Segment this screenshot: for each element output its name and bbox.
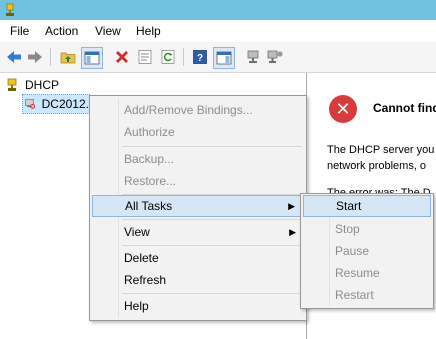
error-icon: ✕	[329, 95, 357, 123]
refresh-icon[interactable]	[158, 47, 178, 67]
tree-item-server-label: DC2012.	[41, 97, 89, 111]
menu-separator	[122, 245, 302, 246]
menu-help[interactable]: Help	[136, 24, 161, 38]
menu-item-all-tasks[interactable]: All Tasks ▶	[92, 195, 304, 217]
menu-item-restore[interactable]: Restore...	[92, 170, 304, 192]
tree-item-dhcp-label: DHCP	[25, 78, 60, 92]
error-title: Cannot find	[373, 101, 436, 115]
all-tasks-submenu: Start Stop Pause Resume Restart	[300, 193, 434, 309]
server-options-icon[interactable]	[265, 47, 285, 67]
menu-separator	[122, 293, 302, 294]
menu-item-authorize[interactable]: Authorize	[92, 121, 304, 143]
menu-file[interactable]: File	[10, 24, 29, 38]
menu-item-view-label: View	[124, 225, 150, 239]
tree-item-server[interactable]: DC2012.	[22, 94, 90, 114]
submenu-item-resume[interactable]: Resume	[303, 262, 431, 284]
submenu-item-restart[interactable]: Restart	[303, 284, 431, 306]
help-icon[interactable]: ?	[190, 47, 210, 67]
error-message-line-1: The DHCP server you	[327, 144, 435, 156]
svg-text:?: ?	[197, 53, 203, 64]
context-menu: Add/Remove Bindings... Authorize Backup.…	[89, 95, 307, 321]
menu-separator	[122, 146, 302, 147]
menu-bar: File Action View Help	[0, 20, 436, 43]
submenu-item-stop[interactable]: Stop	[303, 218, 431, 240]
up-folder-icon[interactable]	[58, 47, 78, 67]
server-error-icon	[25, 98, 36, 109]
submenu-arrow-icon: ▶	[288, 201, 295, 211]
delete-icon[interactable]	[112, 47, 132, 67]
menu-item-refresh[interactable]: Refresh	[92, 269, 304, 291]
toolbar: ?	[0, 42, 436, 73]
tree-item-dhcp[interactable]: DHCP	[5, 76, 59, 94]
server-icon[interactable]	[243, 47, 263, 67]
submenu-arrow-icon: ▶	[289, 227, 296, 237]
show-hide-console-tree-icon[interactable]	[81, 47, 103, 69]
properties-icon[interactable]	[135, 47, 155, 67]
submenu-item-start[interactable]: Start	[303, 195, 431, 217]
dhcp-trophy-icon	[6, 3, 14, 16]
forward-arrow-icon[interactable]	[25, 47, 45, 67]
show-action-pane-icon[interactable]	[213, 47, 235, 69]
menu-item-add-remove-bindings[interactable]: Add/Remove Bindings...	[92, 99, 304, 121]
menu-view[interactable]: View	[95, 24, 121, 38]
menu-separator	[122, 219, 302, 220]
back-arrow-icon[interactable]	[4, 47, 24, 67]
menu-item-delete[interactable]: Delete	[92, 247, 304, 269]
error-message: The DHCP server you network problems, o	[327, 142, 434, 174]
menu-item-help[interactable]: Help	[92, 295, 304, 317]
menu-item-view[interactable]: View ▶	[92, 221, 304, 243]
title-bar	[0, 0, 436, 20]
submenu-item-pause[interactable]: Pause	[303, 240, 431, 262]
error-message-line-2: network problems, o	[327, 160, 427, 172]
dhcp-trophy-icon	[7, 78, 17, 91]
menu-item-all-tasks-label: All Tasks	[125, 199, 173, 213]
menu-action[interactable]: Action	[45, 24, 78, 38]
menu-item-backup[interactable]: Backup...	[92, 148, 304, 170]
